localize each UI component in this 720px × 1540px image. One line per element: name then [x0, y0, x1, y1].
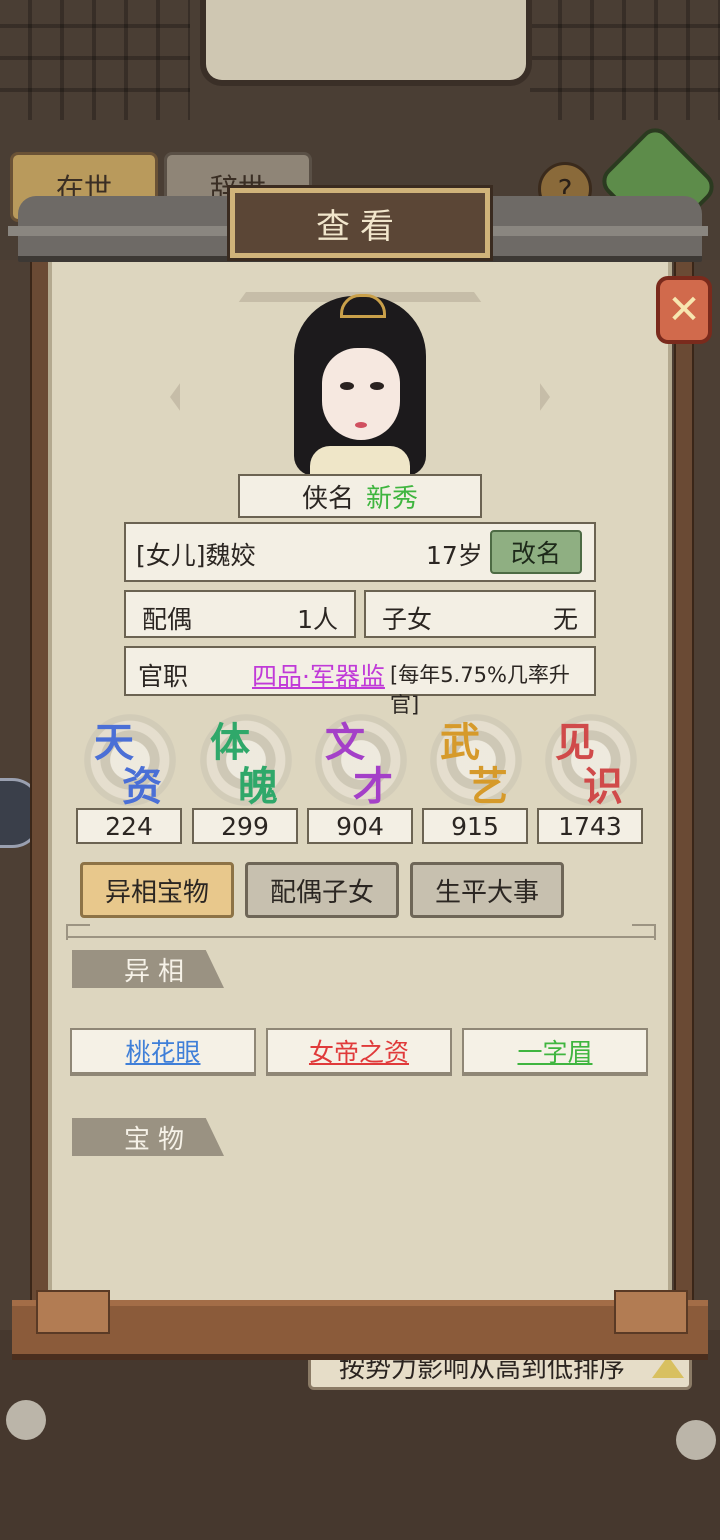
- character-name: [女儿]魏姣: [136, 541, 256, 570]
- rail-post: [614, 1290, 688, 1334]
- spouse-value: 1人: [297, 605, 338, 634]
- tab-traits-treasures[interactable]: 异相宝物: [80, 862, 234, 918]
- name-row: [女儿]魏姣 17岁 改名: [124, 522, 596, 582]
- stat-value-physique: 299: [192, 808, 298, 844]
- stat-char-2: 资: [122, 763, 162, 810]
- trait-straight-brows[interactable]: 一字眉: [462, 1028, 648, 1076]
- trait-peach-blossom-eyes[interactable]: 桃花眼: [70, 1028, 256, 1076]
- divider-cap-left: [66, 924, 90, 940]
- section-traits-header: 异相: [72, 950, 224, 988]
- frame-pillar-left: [30, 252, 50, 1336]
- frame-pillar-right: [674, 252, 694, 1336]
- title-label: 侠名: [301, 483, 354, 514]
- office-row: 官职 四品·军器监 [每年5.75%几率升官]: [124, 646, 596, 717]
- flower-decoration: [6, 1400, 46, 1440]
- window-lattice-right: [530, 0, 720, 120]
- divider-cap-right: [632, 924, 656, 940]
- stat-char-2: 才: [353, 763, 393, 810]
- dialog-title: 查看: [230, 188, 490, 258]
- stat-value-martial: 915: [422, 808, 528, 844]
- close-icon[interactable]: ✕: [656, 276, 712, 344]
- stat-literary: 文 才: [307, 706, 417, 810]
- character-age: 17岁: [426, 541, 483, 570]
- spouse-row: 配偶 1人: [124, 590, 356, 638]
- stat-martial: 武 艺: [422, 706, 532, 810]
- spouse-label: 配偶: [142, 605, 193, 634]
- stat-char-2: 魄: [238, 763, 278, 810]
- trait-empress-aptitude[interactable]: 女帝之资: [266, 1028, 452, 1076]
- dialog-bottom-rail: [12, 1300, 708, 1360]
- stat-aptitude: 天 资: [76, 706, 186, 810]
- children-value: 无: [552, 605, 578, 634]
- stat-knowledge: 见 识: [537, 706, 647, 810]
- title-value: 新秀: [366, 483, 419, 514]
- character-portrait: [280, 286, 440, 476]
- office-label: 官职: [138, 662, 189, 691]
- flower-decoration: [676, 1420, 716, 1460]
- office-value-link[interactable]: 四品·军器监: [252, 657, 385, 693]
- tab-spouse-children[interactable]: 配偶子女: [245, 862, 399, 918]
- window-lattice-left: [0, 0, 190, 120]
- section-treasures-header: 宝物: [72, 1118, 224, 1156]
- stat-char-2: 艺: [468, 763, 508, 810]
- stat-char-2: 识: [583, 763, 623, 810]
- children-row: 子女 无: [364, 590, 596, 638]
- section-divider: [66, 936, 654, 938]
- children-label: 子女: [382, 605, 433, 634]
- stat-value-aptitude: 224: [76, 808, 182, 844]
- hanging-painting: [200, 0, 532, 86]
- tab-life-events[interactable]: 生平大事: [410, 862, 564, 918]
- rename-button[interactable]: 改名: [490, 530, 582, 574]
- stat-value-knowledge: 1743: [537, 808, 643, 844]
- stat-value-literary: 904: [307, 808, 413, 844]
- stat-physique: 体 魄: [192, 706, 302, 810]
- rail-post: [36, 1290, 110, 1334]
- character-title-box: 侠名 新秀: [238, 474, 482, 518]
